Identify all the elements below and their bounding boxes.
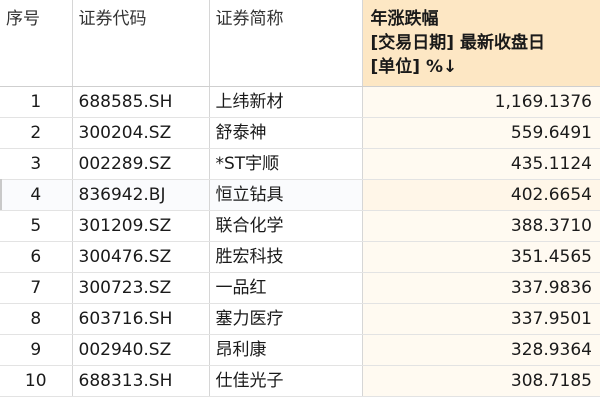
security-name-cell[interactable]: 昂利康 (209, 334, 363, 366)
security-name-cell[interactable]: *ST宇顺 (209, 148, 363, 180)
security-code-cell[interactable]: 002940.SZ (72, 334, 210, 366)
table-row[interactable]: 4 836942.BJ 恒立钻具 402.6654 (0, 179, 600, 211)
security-code-cell[interactable]: 688313.SH (72, 365, 210, 397)
header-security-name[interactable]: 证券简称 (209, 0, 363, 87)
row-index-cell[interactable]: 3 (0, 148, 73, 180)
security-code-cell[interactable]: 836942.BJ (72, 179, 210, 211)
table-row[interactable]: 2 300204.SZ 舒泰神 559.6491 (0, 117, 600, 149)
row-index-cell[interactable]: 8 (0, 303, 73, 335)
table-row[interactable]: 6 300476.SZ 胜宏科技 351.4565 (0, 241, 600, 273)
security-name-cell[interactable]: 胜宏科技 (209, 241, 363, 273)
table-row[interactable]: 5 301209.SZ 联合化学 388.3710 (0, 210, 600, 242)
table-header-row: 序号 证券代码 证券简称 年涨跌幅 [交易日期] 最新收盘日 [单位] %↓ (0, 0, 600, 87)
security-name-cell[interactable]: 舒泰神 (209, 117, 363, 149)
security-name-cell[interactable]: 塞力医疗 (209, 303, 363, 335)
table-row[interactable]: 3 002289.SZ *ST宇顺 435.1124 (0, 148, 600, 180)
annual-change-cell[interactable]: 1,169.1376 (362, 86, 600, 118)
annual-change-cell[interactable]: 435.1124 (362, 148, 600, 180)
annual-change-cell[interactable]: 328.9364 (362, 334, 600, 366)
header-trade-date-param: [交易日期] 最新收盘日 (370, 33, 545, 53)
table-body: 1 688585.SH 上纬新材 1,169.1376 2 300204.SZ 舒泰神 559… (0, 86, 600, 397)
security-code-cell[interactable]: 603716.SH (72, 303, 210, 335)
annual-change-cell[interactable]: 559.6491 (362, 117, 600, 149)
security-name-cell[interactable]: 上纬新材 (209, 86, 363, 118)
security-code-cell[interactable]: 300723.SZ (72, 272, 210, 304)
security-name-cell[interactable]: 恒立钻具 (209, 179, 363, 211)
security-code-cell[interactable]: 300476.SZ (72, 241, 210, 273)
row-index-cell[interactable]: 1 (0, 86, 73, 118)
table-row[interactable]: 10 688313.SH 仕佳光子 308.7185 (0, 365, 600, 397)
annual-change-cell[interactable]: 351.4565 (362, 241, 600, 273)
security-name-cell[interactable]: 仕佳光子 (209, 365, 363, 397)
annual-change-cell[interactable]: 308.7185 (362, 365, 600, 397)
security-code-cell[interactable]: 301209.SZ (72, 210, 210, 242)
stock-ranking-table: 序号 证券代码 证券简称 年涨跌幅 [交易日期] 最新收盘日 [单位] %↓ 1… (0, 0, 600, 397)
row-index-cell[interactable]: 7 (0, 272, 73, 304)
table-row[interactable]: 1 688585.SH 上纬新材 1,169.1376 (0, 86, 600, 118)
security-code-cell[interactable]: 688585.SH (72, 86, 210, 118)
table-row[interactable]: 9 002940.SZ 昂利康 328.9364 (0, 334, 600, 366)
header-unit-param: [单位] %↓ (370, 57, 458, 77)
table-row[interactable]: 8 603716.SH 塞力医疗 337.9501 (0, 303, 600, 335)
selected-row-marker (0, 179, 2, 210)
row-index-cell[interactable]: 4 (0, 179, 73, 211)
annual-change-cell[interactable]: 402.6654 (362, 179, 600, 211)
security-name-cell[interactable]: 一品红 (209, 272, 363, 304)
security-name-cell[interactable]: 联合化学 (209, 210, 363, 242)
row-index-cell[interactable]: 5 (0, 210, 73, 242)
annual-change-cell[interactable]: 337.9501 (362, 303, 600, 335)
row-index-cell[interactable]: 6 (0, 241, 73, 273)
security-code-cell[interactable]: 002289.SZ (72, 148, 210, 180)
annual-change-cell[interactable]: 337.9836 (362, 272, 600, 304)
stock-ranking-table-container: 序号 证券代码 证券简称 年涨跌幅 [交易日期] 最新收盘日 [单位] %↓ 1… (0, 0, 600, 400)
row-index-cell[interactable]: 2 (0, 117, 73, 149)
header-security-code[interactable]: 证券代码 (72, 0, 210, 87)
annual-change-cell[interactable]: 388.3710 (362, 210, 600, 242)
header-annual-change-sorted[interactable]: 年涨跌幅 [交易日期] 最新收盘日 [单位] %↓ (362, 0, 600, 87)
row-index-cell[interactable]: 9 (0, 334, 73, 366)
table-row[interactable]: 7 300723.SZ 一品红 337.9836 (0, 272, 600, 304)
row-index-cell[interactable]: 10 (0, 365, 73, 397)
header-index[interactable]: 序号 (0, 0, 73, 87)
header-annual-change-title: 年涨跌幅 (370, 9, 439, 29)
security-code-cell[interactable]: 300204.SZ (72, 117, 210, 149)
